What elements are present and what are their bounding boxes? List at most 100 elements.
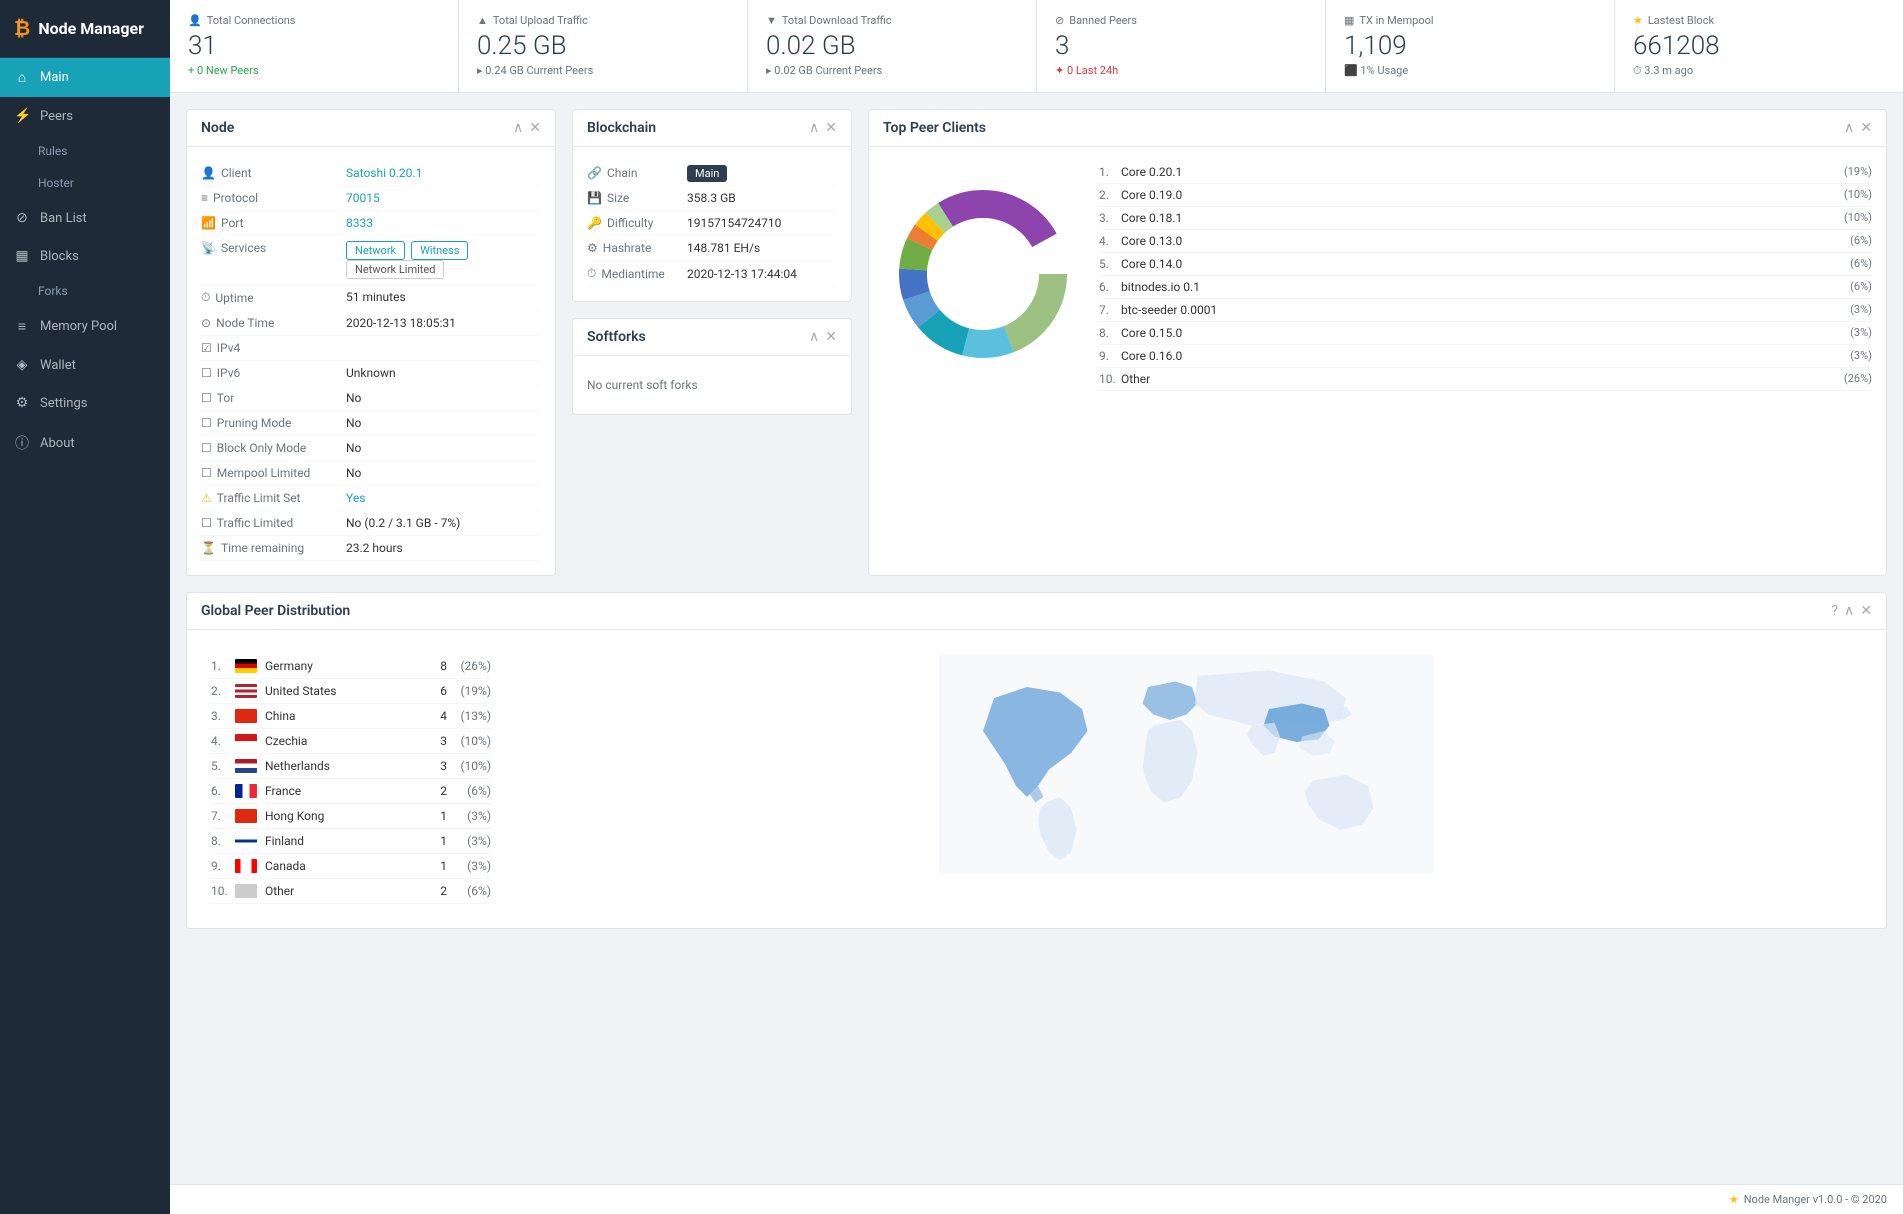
global-peer-controls: ? ∧ ✕ [1831,603,1872,619]
peer-clients-header: Top Peer Clients ∧ ✕ [869,110,1886,147]
settings-icon: ⚙ [14,395,30,411]
peer-rank: 7. [1099,303,1115,317]
trafficlimitset-icon: ⚠ [201,491,212,505]
list-item: 4. Czechia 3 (10%) [211,729,491,754]
flag-netherlands [235,759,257,773]
node-row-uptime: ⏱ Uptime 51 minutes [201,285,541,311]
blockchain-row-hashrate: ⚙ Hashrate 148.781 EH/s [587,236,837,261]
country-count: 4 [427,709,447,723]
info-icon: ⓘ [14,433,30,453]
country-pct: (19%) [455,684,491,698]
sidebar-item-wallet[interactable]: ◈ Wallet [0,346,170,384]
flag-china [235,709,257,723]
sidebar-item-about[interactable]: ⓘ About [0,422,170,464]
country-name: Canada [265,859,427,873]
list-item: 6. bitnodes.io 0.1 (6%) [1099,276,1872,299]
list-item: 9. Core 0.16.0 (3%) [1099,345,1872,368]
close-icon[interactable]: ✕ [1860,603,1872,619]
softforks-card: Softforks ∧ ✕ No current soft forks [572,318,852,415]
list-item: 5. Netherlands 3 (10%) [211,754,491,779]
blockchain-title: Blockchain [587,120,656,136]
peer-rank: 5. [1099,257,1115,271]
close-icon[interactable]: ✕ [1860,120,1872,136]
sidebar-item-label: Ban List [40,211,87,226]
node-row-port: 📶 Port 8333 [201,211,541,236]
list-item: 8. Core 0.15.0 (3%) [1099,322,1872,345]
blockchain-size-value: 358.3 GB [687,191,736,205]
help-icon[interactable]: ? [1831,603,1838,619]
node-trafficlimited-value: No (0.2 / 3.1 GB - 7%) [346,516,460,530]
app-title: Node Manager [38,19,144,38]
country-name: United States [265,684,427,698]
list-item: 4. Core 0.13.0 (6%) [1099,230,1872,253]
peer-name: bitnodes.io 0.1 [1121,280,1850,294]
list-item: 10. Other (26%) [1099,368,1872,391]
blockchain-card-body: 🔗 Chain Main 💾 Size 358.3 GB 🔑 Difficult… [573,147,851,301]
node-tor-value: No [346,391,361,405]
peer-name: Core 0.14.0 [1121,257,1850,271]
softforks-title: Softforks [587,329,646,345]
footer-text: Node Manger v1.0.0 - © 2020 [1744,1193,1887,1206]
collapse-icon[interactable]: ∧ [513,120,523,136]
global-peer-card: Global Peer Distribution ? ∧ ✕ 1. Germ [186,592,1887,929]
country-count: 1 [427,809,447,823]
wallet-icon: ◈ [14,357,30,373]
home-icon: ⌂ [14,69,30,86]
peer-pct: (3%) [1850,303,1872,317]
list-item: 7. Hong Kong 1 (3%) [211,804,491,829]
protocol-icon: ≡ [201,191,208,205]
node-row-tor: ☐ Tor No [201,386,541,411]
peer-rank: 9. [1099,349,1115,363]
service-network: Network [346,241,405,260]
sidebar-item-banlist[interactable]: ⊘ Ban List [0,199,170,237]
sidebar-sub-item-rules[interactable]: Rules [0,135,170,167]
client-icon: 👤 [201,166,216,180]
world-map [511,654,1862,904]
peer-clients-title: Top Peer Clients [883,120,986,136]
country-name: China [265,709,427,723]
footer: ★ Node Manger v1.0.0 - © 2020 [170,1184,1903,1214]
peer-name: Core 0.16.0 [1121,349,1850,363]
peer-rank: 1. [1099,165,1115,179]
blocks-icon: ▦ [14,248,30,264]
chain-badge: Main [687,165,727,182]
country-count: 3 [427,734,447,748]
stat-download-sub: ▸ 0.02 GB Current Peers [766,64,1018,77]
peer-rank: 10. [1099,372,1115,386]
peer-rank: 2. [1099,188,1115,202]
node-row-trafficlimited: ☐ Traffic Limited No (0.2 / 3.1 GB - 7%) [201,511,541,536]
flag-other [235,884,257,898]
sidebar-item-peers[interactable]: ⚡ Peers [0,97,170,135]
list-item: 3. Core 0.18.1 (10%) [1099,207,1872,230]
peer-pct: (6%) [1850,280,1872,294]
collapse-icon[interactable]: ∧ [809,329,819,345]
sidebar-item-main[interactable]: ⌂ Main [0,58,170,97]
stat-connections-sub: + 0 New Peers [188,64,440,77]
collapse-icon[interactable]: ∧ [809,120,819,136]
sidebar-sub-item-hoster[interactable]: Hoster [0,167,170,199]
node-card-body: 👤 Client Satoshi 0.20.1 ≡ Protocol 70015… [187,147,555,575]
close-icon[interactable]: ✕ [529,120,541,136]
sidebar-item-settings[interactable]: ⚙ Settings [0,384,170,422]
country-pct: (26%) [455,659,491,673]
country-count: 2 [427,884,447,898]
sidebar-item-blocks[interactable]: ▦ Blocks [0,237,170,275]
node-row-timeremaining: ⏳ Time remaining 23.2 hours [201,536,541,561]
flag-germany [235,659,257,673]
sidebar-item-label: Peers [40,109,73,124]
peer-clients-controls: ∧ ✕ [1844,120,1872,136]
node-row-blockonly: ☐ Block Only Mode No [201,436,541,461]
mempool-stat-icon: ▦ [1344,14,1354,27]
list-item: 1. Germany 8 (26%) [211,654,491,679]
sidebar-sub-item-forks[interactable]: Forks [0,275,170,307]
stat-upload-sub: ▸ 0.24 GB Current Peers [477,64,729,77]
collapse-icon[interactable]: ∧ [1844,603,1854,619]
blockchain-card: Blockchain ∧ ✕ 🔗 Chain Main 💾 Size [572,109,852,302]
close-icon[interactable]: ✕ [825,329,837,345]
collapse-icon[interactable]: ∧ [1844,120,1854,136]
close-icon[interactable]: ✕ [825,120,837,136]
stat-banned: ⊘ Banned Peers 3 ✦ 0 Last 24h [1037,0,1326,92]
node-pruning-value: No [346,416,361,430]
blockchain-row-size: 💾 Size 358.3 GB [587,186,837,211]
sidebar-item-memorypool[interactable]: ≡ Memory Pool [0,307,170,346]
